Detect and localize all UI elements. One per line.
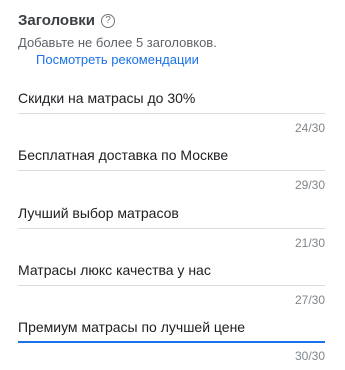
char-counter: 24/30: [294, 121, 325, 135]
field-underline: [18, 113, 325, 114]
headline-input[interactable]: Премиум матрасы по лучшей цене: [18, 317, 325, 337]
headline-input[interactable]: Скидки на матрасы до 30%: [18, 88, 325, 108]
field-underline: [18, 285, 325, 286]
headline-field-5[interactable]: Премиум матрасы по лучшей цене 30/30: [18, 317, 325, 367]
headline-input[interactable]: Лучший выбор матрасов: [18, 203, 325, 223]
help-circle-icon[interactable]: ?: [101, 13, 116, 28]
field-underline-active: [18, 341, 325, 343]
char-counter: 27/30: [294, 293, 325, 307]
section-header: Заголовки ?: [18, 12, 116, 29]
headline-field-4[interactable]: Матрасы люкс качества у нас 27/30: [18, 260, 325, 310]
section-title: Заголовки: [18, 12, 96, 29]
recommendations-link[interactable]: Посмотреть рекомендации: [36, 52, 199, 67]
headline-field-3[interactable]: Лучший выбор матрасов 21/30: [18, 203, 325, 253]
headline-field-2[interactable]: Бесплатная доставка по Москве 29/30: [18, 145, 325, 195]
char-counter: 21/30: [294, 236, 325, 250]
headline-field-1[interactable]: Скидки на матрасы до 30% 24/30: [18, 88, 325, 138]
char-counter: 30/30: [294, 349, 325, 363]
section-subtitle: Добавьте не более 5 заголовков.: [18, 35, 217, 50]
char-counter: 29/30: [294, 178, 325, 192]
headline-input[interactable]: Бесплатная доставка по Москве: [18, 145, 325, 165]
headline-input[interactable]: Матрасы люкс качества у нас: [18, 260, 325, 280]
field-underline: [18, 228, 325, 229]
field-underline: [18, 170, 325, 171]
